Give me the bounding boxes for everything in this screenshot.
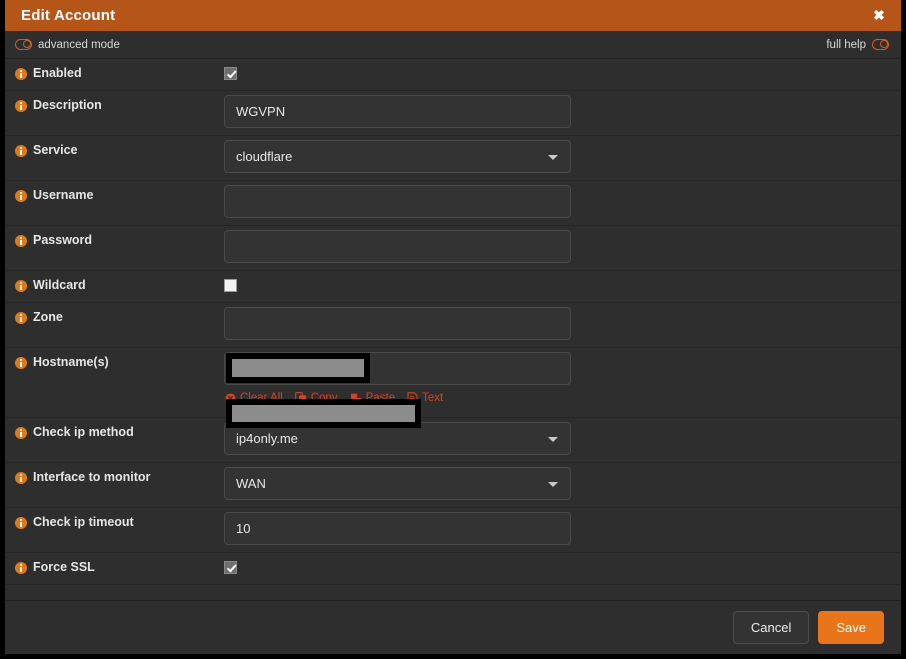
label-cell: Description [5,91,214,119]
form-row-enabled: Enabled [5,59,901,91]
control-cell [214,303,901,345]
field-label: Wildcard [33,278,86,292]
form-row-force-ssl: Force SSL [5,553,901,585]
label-cell: Enabled [5,59,214,87]
chevron-down-icon [548,154,558,160]
info-icon[interactable] [15,312,27,324]
advanced-mode-toggle[interactable]: advanced mode [15,39,120,51]
info-icon[interactable] [15,562,27,574]
info-icon[interactable] [15,190,27,202]
form-row-hostnames: Hostname(s) Clear All Copy Paste Text [5,348,901,418]
field-label: Force SSL [33,560,95,574]
info-icon[interactable] [15,235,27,247]
field-label: Check ip timeout [33,515,134,529]
wildcard-checkbox[interactable] [224,279,237,292]
dialog-body: advanced mode full help Enabled Descript… [5,31,901,600]
field-label: Description [33,98,102,112]
control-cell [214,59,901,90]
hostnames-redaction-box [226,399,421,428]
interface-to-monitor-value: WAN [236,476,266,491]
control-cell [214,271,901,302]
save-button[interactable]: Save [818,611,884,644]
form-row-interface-to-monitor: Interface to monitor WAN [5,463,901,508]
form-row-username: Username [5,181,901,226]
info-icon[interactable] [15,427,27,439]
label-cell: Hostname(s) [5,348,214,376]
field-label: Zone [33,310,63,324]
label-cell: Wildcard [5,271,214,299]
username-input[interactable] [224,185,571,218]
form-row-wildcard: Wildcard [5,271,901,303]
label-cell: Service [5,136,214,164]
info-icon[interactable] [15,280,27,292]
form-row-check-ip-method: Check ip method ip4only.me [5,418,901,463]
zone-input[interactable] [224,307,571,340]
chevron-down-icon [548,436,558,442]
control-cell [214,91,901,133]
form-row-description: Description [5,91,901,136]
field-label: Hostname(s) [33,355,109,369]
info-icon[interactable] [15,145,27,157]
dialog-footer: Cancel Save [5,600,901,654]
form-row-zone: Zone [5,303,901,348]
control-cell: WAN [214,463,901,505]
toggle-switch-icon [15,39,32,50]
label-cell: Zone [5,303,214,331]
field-label: Username [33,188,94,202]
toggle-switch-icon [872,39,889,50]
field-label: Enabled [33,66,82,80]
cancel-button[interactable]: Cancel [732,611,810,644]
field-label: Check ip method [33,425,134,439]
force-ssl-checkbox[interactable] [224,561,237,574]
control-cell [214,226,901,268]
dialog-title: Edit Account [21,7,116,24]
info-icon[interactable] [15,517,27,529]
info-icon[interactable] [15,100,27,112]
control-cell [214,181,901,223]
control-cell [214,508,901,550]
description-input[interactable] [224,95,571,128]
text-label: Text [422,392,444,404]
label-cell: Force SSL [5,553,214,581]
info-icon[interactable] [15,357,27,369]
password-input[interactable] [224,230,571,263]
dialog-titlebar: Edit Account ✖ [5,0,901,31]
label-cell: Check ip method [5,418,214,446]
full-help-toggle[interactable]: full help [826,39,889,51]
close-icon[interactable]: ✖ [857,0,901,31]
info-icon[interactable] [15,472,27,484]
form-row-check-ip-timeout: Check ip timeout [5,508,901,553]
field-label: Service [33,143,78,157]
info-icon[interactable] [15,68,27,80]
label-cell: Username [5,181,214,209]
interface-to-monitor-select[interactable]: WAN [224,467,571,500]
check-ip-timeout-input[interactable] [224,512,571,545]
field-label: Interface to monitor [33,470,151,484]
service-select-value: cloudflare [236,149,293,164]
zone-redaction-box [226,353,370,383]
control-cell [214,553,901,584]
check-ip-method-value: ip4only.me [236,431,298,446]
form-row-password: Password [5,226,901,271]
control-cell: cloudflare [214,136,901,178]
label-cell: Check ip timeout [5,508,214,536]
form-row-service: Service cloudflare [5,136,901,181]
label-cell: Interface to monitor [5,463,214,491]
mode-bar: advanced mode full help [5,31,901,59]
service-select[interactable]: cloudflare [224,140,571,173]
label-cell: Password [5,226,214,254]
field-label: Password [33,233,93,247]
advanced-mode-label: advanced mode [38,38,120,51]
chevron-down-icon [548,481,558,487]
edit-account-dialog: Edit Account ✖ advanced mode full help E… [0,0,906,659]
enabled-checkbox[interactable] [224,67,237,80]
full-help-label: full help [826,38,866,51]
